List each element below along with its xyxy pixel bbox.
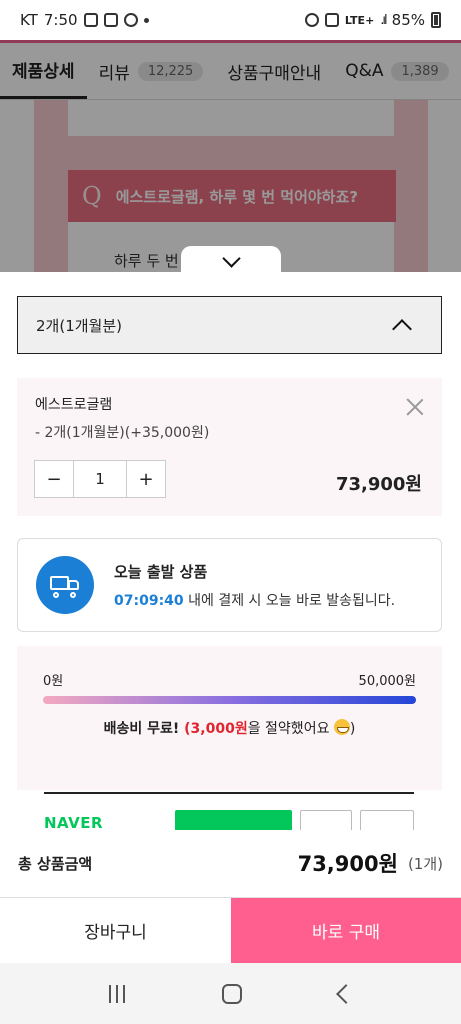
total-price-row: 총 상품금액 73,900원 (1개) [0,830,461,896]
selected-option: 2개(1개월분) [36,316,122,335]
progress-min-label: 0원 [43,674,64,689]
progress-max-label: 50,000원 [358,674,416,689]
dim-overlay[interactable] [0,40,461,272]
msg-suffix: 을 절약했어요 [247,721,334,737]
shipping-desc-text: 내에 결제 시 오늘 바로 발송됩니다. [183,592,396,609]
hd-icon [324,13,339,27]
status-bar: KT 7:50 LTE+ .ıl 85% [0,0,461,40]
signal-icon: .ıl [380,12,388,28]
free-shipping-progress-bar [43,696,416,704]
total-amount: 73,900원 [297,852,398,876]
talk-notification-icon [83,13,98,27]
free-shipping-message: 배송비 무료! (3,000원을 절약했어요 ) [17,718,442,738]
shipping-countdown: 07:09:40 [114,592,184,609]
more-notifications-icon [143,17,149,23]
msg-end: ) [349,721,356,737]
grinning-emoji-icon [333,719,350,735]
system-nav-bar [0,963,461,1024]
remove-option-icon[interactable] [406,398,424,416]
shipping-desc: 07:09:40 내에 결제 시 오늘 바로 발송됩니다. [114,590,395,610]
recent-apps-icon[interactable] [108,984,125,1003]
option-product-name: 에스트로글램 [35,397,113,413]
carrier-label: KT [20,11,38,29]
msg-amount: (3,000원 [184,721,248,737]
battery-label: 85% [391,11,425,29]
free-shipping-card: 0원 50,000원 배송비 무료! (3,000원을 절약했어요 ) [17,646,442,790]
add-to-cart-button[interactable]: 장바구니 [0,898,231,963]
option-detail: - 2개(1개월분)(+35,000원) [35,425,210,441]
clock: 7:50 [43,11,78,29]
network-label: LTE+ [344,13,375,27]
quantity-stepper: − 1 + [34,460,166,498]
truck-icon [36,556,94,614]
home-icon[interactable] [221,983,242,1004]
back-icon[interactable] [335,983,356,1004]
purchase-sheet: 2개(1개월분) 에스트로글램 - 2개(1개월분)(+35,000원) − 1… [0,272,461,898]
msg-prefix: 배송비 무료! [103,721,185,737]
buy-now-button[interactable]: 바로 구매 [231,898,461,963]
action-buttons: 장바구니 바로 구매 [0,897,461,963]
chevron-up-icon [392,319,412,339]
battery-icon [431,12,441,28]
quantity-value[interactable]: 1 [73,461,127,497]
total-label: 총 상품금액 [18,854,93,873]
increase-button[interactable]: + [127,461,165,497]
selected-option-card: 에스트로글램 - 2개(1개월분)(+35,000원) − 1 + 73,900… [17,378,442,516]
alarm-icon [123,13,138,27]
today-shipping-card: 오늘 출발 상품 07:09:40 내에 결제 시 오늘 바로 발송됩니다. [17,538,442,632]
total-quantity: (1개) [407,854,443,873]
shipping-title: 오늘 출발 상품 [114,562,208,581]
lock-notification-icon [103,13,118,27]
option-select[interactable]: 2개(1개월분) [17,296,442,354]
sheet-collapse-handle[interactable] [181,246,281,276]
chevron-down-icon [221,248,241,268]
alarm-status-icon [304,13,319,27]
option-price: 73,900원 [335,474,422,495]
decrease-button[interactable]: − [35,461,73,497]
